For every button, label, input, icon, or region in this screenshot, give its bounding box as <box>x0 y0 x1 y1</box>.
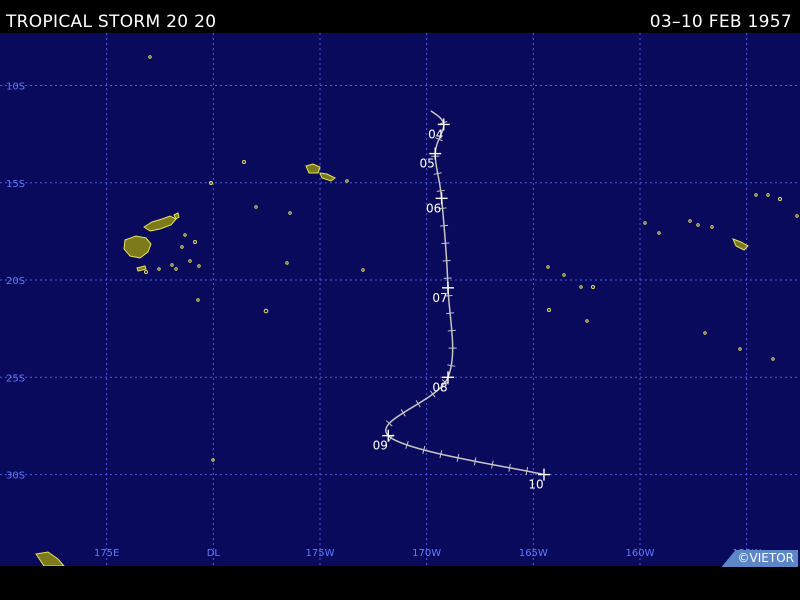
track-6h-tick <box>447 329 456 332</box>
day-label: 09 <box>373 439 388 453</box>
bottom-bar <box>0 566 800 600</box>
day-label: 05 <box>420 157 435 171</box>
lon-tick-label: 165W <box>519 548 548 559</box>
lat-tick-label: 15S <box>6 179 25 190</box>
storm-track-map[interactable]: 04 05 06 07 08 09 10 10S 15S 20S 25S 30S 175E DL 175W… <box>0 33 800 566</box>
lon-tick-label: 175E <box>94 548 119 559</box>
lon-tick-label: 170W <box>412 548 441 559</box>
storm-title: TROPICAL STORM 20 20 <box>6 12 217 32</box>
day-label: 10 <box>528 478 543 492</box>
day-label: 07 <box>432 291 447 305</box>
lat-tick-label: 10S <box>6 82 25 93</box>
track-6h-tick <box>440 224 449 227</box>
lon-tick-label: 160W <box>626 548 655 559</box>
title-bar: TROPICAL STORM 20 20 03–10 FEB 1957 <box>0 0 800 33</box>
lon-tick-label: 175W <box>306 548 335 559</box>
date-range: 03–10 FEB 1957 <box>649 12 792 32</box>
map-frame: 04 05 06 07 08 09 10 10S 15S 20S 25S 30S 175E DL 175W… <box>0 33 800 566</box>
lat-tick-label: 30S <box>6 471 25 482</box>
track-6h-tick <box>441 242 450 245</box>
day-label: 04 <box>428 127 443 141</box>
day-label: 08 <box>432 380 447 394</box>
ocean-background <box>0 33 800 566</box>
lat-tick-label: 25S <box>6 373 25 384</box>
track-6h-tick <box>442 259 451 262</box>
lat-tick-label: 20S <box>6 276 25 287</box>
day-label: 06 <box>426 201 441 215</box>
lon-tick-label: DL <box>207 548 221 559</box>
